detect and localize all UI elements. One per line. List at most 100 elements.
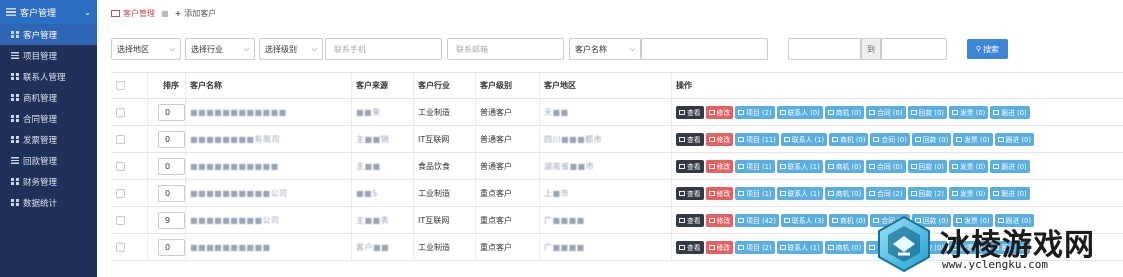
range-to-input[interactable] bbox=[881, 38, 947, 60]
view-button[interactable]: 查看 bbox=[676, 159, 704, 173]
contacts-button[interactable]: 联系人 (1) bbox=[776, 159, 823, 173]
invoices-button[interactable]: 发票 (0) bbox=[948, 186, 989, 200]
contracts-button[interactable]: 合同 (0) bbox=[866, 159, 906, 173]
edit-button[interactable]: 修改 bbox=[705, 132, 734, 146]
opportunities-button[interactable]: 商机 (0) bbox=[829, 132, 869, 146]
col-header-sort[interactable]: 排序 bbox=[147, 73, 185, 98]
level-select[interactable]: 选择级别 ⌵ bbox=[259, 38, 323, 60]
sidebar-item-opportunities[interactable]: 商机管理 bbox=[0, 87, 97, 108]
opportunities-button[interactable]: 商机 (0) bbox=[824, 186, 865, 200]
email-input[interactable]: 联系邮箱 bbox=[447, 38, 564, 60]
customer-level: 普通客户 bbox=[480, 134, 512, 144]
contracts-button[interactable]: 合同 (2) bbox=[866, 186, 906, 200]
sidebar-item-projects[interactable]: 项目管理 bbox=[0, 45, 97, 66]
col-header-name[interactable]: 客户名称 bbox=[185, 73, 351, 98]
view-button[interactable]: 查看 bbox=[676, 132, 704, 146]
invoices-button[interactable]: 发票 (0) bbox=[948, 105, 989, 119]
invoices-button[interactable]: 发票 (0) bbox=[948, 159, 989, 173]
search-button[interactable]: ⚲ 搜索 bbox=[967, 39, 1008, 59]
row-checkbox[interactable] bbox=[116, 107, 125, 117]
sort-input[interactable]: 9 bbox=[158, 211, 185, 229]
row-checkbox[interactable] bbox=[116, 188, 125, 198]
followups-button[interactable]: 跟进 (0) bbox=[994, 132, 1035, 146]
projects-button[interactable]: 项目 (11) bbox=[735, 132, 779, 146]
sidebar-item-contacts[interactable]: 联系人管理 bbox=[0, 66, 97, 87]
projects-button[interactable]: 项目 (42) bbox=[735, 213, 779, 227]
sidebar-item-stats[interactable]: 数据统计 bbox=[0, 192, 97, 213]
industry-select[interactable]: 选择行业 ⌵ bbox=[185, 38, 255, 60]
contracts-button[interactable]: 合同 (0) bbox=[866, 105, 906, 119]
invoices-button[interactable]: 发票 (0) bbox=[953, 132, 993, 146]
payments-button[interactable]: 回款 (2) bbox=[907, 186, 947, 200]
phone-input[interactable]: 联系手机 bbox=[325, 38, 442, 60]
customer-name[interactable]: ■■■■■■■■有限司 bbox=[190, 134, 280, 145]
sidebar-item-invoices[interactable]: 发票管理 bbox=[0, 129, 97, 150]
row-checkbox[interactable] bbox=[116, 161, 125, 171]
opportunities-button[interactable]: 商机 (0) bbox=[829, 213, 869, 227]
customer-name[interactable]: ■■■■■■■■■■■ bbox=[190, 162, 279, 171]
range-from-input[interactable] bbox=[788, 38, 861, 60]
projects-button[interactable]: 项目 (2) bbox=[735, 105, 775, 119]
view-button[interactable]: 查看 bbox=[676, 240, 704, 254]
region-cell: 天■■ bbox=[539, 99, 671, 125]
contacts-button[interactable]: 联系人 (0) bbox=[776, 105, 823, 119]
view-button[interactable]: 查看 bbox=[676, 213, 704, 227]
sort-input[interactable]: 0 bbox=[158, 103, 185, 121]
col-header-industry[interactable]: 客户行业 bbox=[413, 73, 475, 98]
contacts-button[interactable]: 联系人 (1) bbox=[780, 132, 828, 146]
projects-button[interactable]: 项目 (1) bbox=[735, 186, 775, 200]
breadcrumb-current[interactable]: 客户管理 bbox=[123, 8, 155, 19]
payments-button[interactable]: 回款 (0) bbox=[911, 132, 952, 146]
sort-input[interactable]: 0 bbox=[158, 157, 185, 175]
edit-button[interactable]: 修改 bbox=[705, 213, 734, 227]
payments-button[interactable]: 回款 (0) bbox=[907, 105, 947, 119]
contacts-button[interactable]: 联系人 (3) bbox=[780, 213, 828, 227]
customer-name[interactable]: ■■■■■■■■■公司 bbox=[190, 215, 280, 226]
edit-button[interactable]: 修改 bbox=[705, 240, 734, 254]
name-cell: ■■■■■■■■■■■■ bbox=[185, 99, 351, 125]
contacts-button[interactable]: 联系人 (1) bbox=[776, 240, 823, 254]
chevron-down-icon: ⌵ bbox=[243, 44, 249, 53]
row-checkbox[interactable] bbox=[116, 134, 125, 144]
edit-button[interactable]: 修改 bbox=[705, 159, 734, 173]
followups-button[interactable]: 跟进 (0) bbox=[990, 186, 1030, 200]
view-button[interactable]: 查看 bbox=[676, 186, 704, 200]
col-header-region[interactable]: 客户地区 bbox=[539, 73, 671, 98]
row-checkbox[interactable] bbox=[116, 242, 125, 252]
keyword-input[interactable] bbox=[641, 38, 768, 60]
customer-name[interactable]: ■■■■■■■■■■ bbox=[190, 243, 271, 252]
followups-button[interactable]: 跟进 (0) bbox=[990, 159, 1030, 173]
sort-input[interactable]: 0 bbox=[158, 238, 185, 256]
name-field-select[interactable]: 客户名称 ⌵ bbox=[569, 38, 641, 60]
projects-button[interactable]: 项目 (2) bbox=[735, 240, 775, 254]
sort-cell: 0 bbox=[147, 99, 185, 125]
projects-button[interactable]: 项目 (1) bbox=[735, 159, 775, 173]
region-select[interactable]: 选择地区 ⌵ bbox=[111, 38, 181, 60]
col-header-level[interactable]: 客户级别 bbox=[475, 73, 539, 98]
customer-name[interactable]: ■■■■■■■■■■公司 bbox=[190, 188, 288, 199]
sidebar-item-payments[interactable]: 回款管理 bbox=[0, 150, 97, 171]
contracts-button[interactable]: 合同 (0) bbox=[870, 132, 910, 146]
payments-button[interactable]: 回款 (0) bbox=[907, 159, 947, 173]
sort-input[interactable]: 0 bbox=[158, 130, 185, 148]
sidebar-item-contracts[interactable]: 合同管理 bbox=[0, 108, 97, 129]
opportunities-button[interactable]: 商机 (0) bbox=[824, 105, 865, 119]
followups-button[interactable]: 跟进 (0) bbox=[990, 105, 1030, 119]
col-header-source[interactable]: 客户来源 bbox=[351, 73, 413, 98]
opportunities-button[interactable]: 商机 (0) bbox=[824, 159, 865, 173]
customer-source: ■■S bbox=[356, 188, 378, 198]
sidebar-item-customers[interactable]: 客户管理 bbox=[0, 24, 97, 45]
customer-name[interactable]: ■■■■■■■■■■■■ bbox=[190, 108, 287, 117]
view-button[interactable]: 查看 bbox=[676, 105, 704, 119]
sidebar-item-finance[interactable]: 财务管理 bbox=[0, 171, 97, 192]
select-all-checkbox[interactable] bbox=[116, 81, 125, 90]
list-icon bbox=[951, 109, 958, 115]
sidebar-header[interactable]: 客户管理 ⌄ bbox=[0, 0, 97, 24]
contacts-button[interactable]: 联系人 (1) bbox=[776, 186, 823, 200]
row-checkbox[interactable] bbox=[116, 215, 125, 225]
edit-button[interactable]: 修改 bbox=[705, 186, 734, 200]
opportunities-button[interactable]: 商机 (0) bbox=[824, 240, 865, 254]
sort-input[interactable]: 0 bbox=[158, 184, 185, 202]
edit-button[interactable]: 修改 bbox=[705, 105, 734, 119]
breadcrumb-add-customer[interactable]: 添加客户 bbox=[184, 8, 216, 19]
